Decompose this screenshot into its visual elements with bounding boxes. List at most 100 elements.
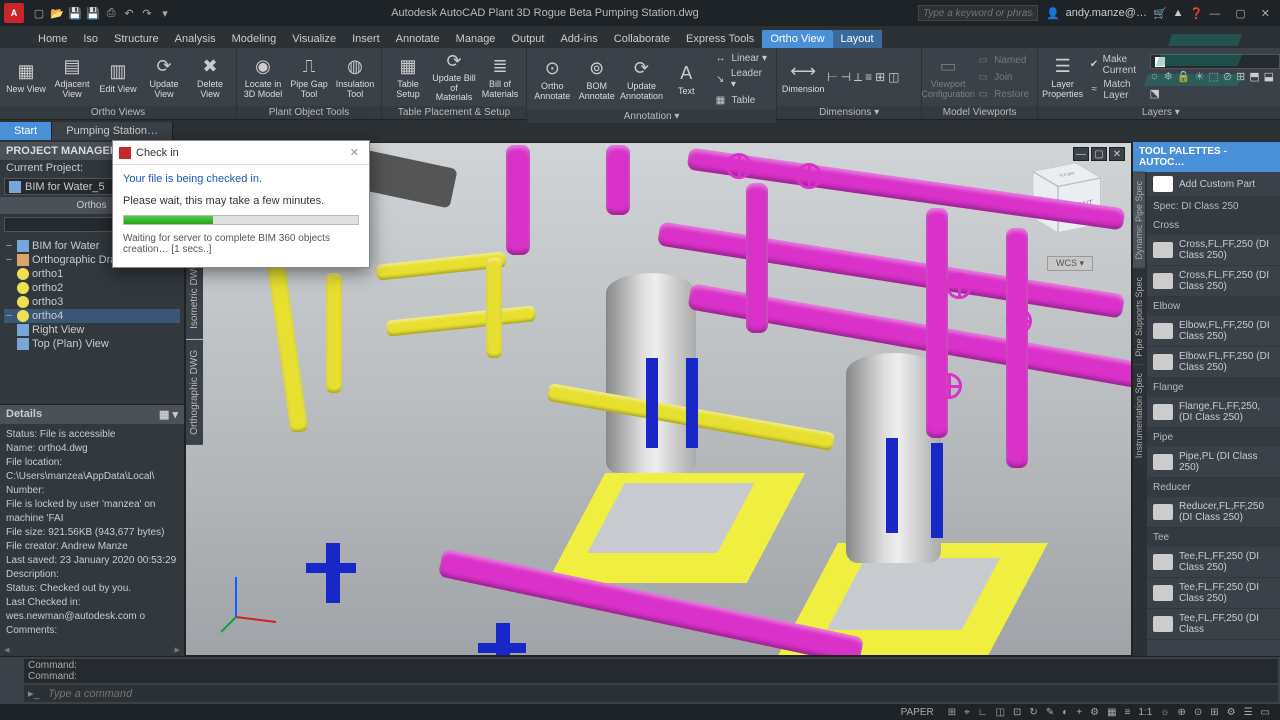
menu-tab-add-ins[interactable]: Add-ins [552,30,605,48]
ribbon-update-annotation[interactable]: ⟳Update Annotation [620,54,663,104]
palette-tab[interactable]: Instrumentation Spec [1133,364,1145,466]
palette-item[interactable]: Reducer,FL,FF,250 (DI Class 250) [1147,497,1280,528]
doc-tab-drawing[interactable]: Pumping Station… [52,122,173,140]
ribbon-bom-annotate[interactable]: ⊚BOM Annotate [575,54,617,104]
status-icon[interactable]: + [1072,707,1086,718]
status-icon[interactable]: ⊡ [1009,707,1025,718]
dialog-close-button[interactable]: ✕ [346,146,363,159]
left-scrollbar[interactable]: ◂▸ [0,642,184,656]
ribbon-tool-icon[interactable]: ⊣ [841,70,851,85]
layer-tool-icon[interactable]: ☀ [1195,70,1205,83]
ribbon-table-setup[interactable]: ▦Table Setup [386,52,430,102]
menu-tab-analysis[interactable]: Analysis [167,30,224,48]
ribbon-adjacent-view[interactable]: ▤Adjacent View [50,52,94,102]
tree-node-ortho1[interactable]: ortho1 [4,267,180,281]
ribbon-edit-view[interactable]: ▥Edit View [96,52,140,102]
add-custom-part[interactable]: Add Custom Part [1147,172,1280,197]
menu-tab-collaborate[interactable]: Collaborate [606,30,678,48]
ribbon-mini-match-layer[interactable]: ≈Match Layer [1085,78,1147,102]
ribbon-dimension[interactable]: ⟷Dimension [781,52,825,102]
ribbon-ortho-annotate[interactable]: ⊙Ortho Annotate [531,54,573,104]
status-icon[interactable]: ⌖ [960,707,974,718]
palette-item[interactable]: Tee,FL,FF,250 (DI Class 250) [1147,578,1280,609]
menu-tab-home[interactable]: Home [30,30,75,48]
ribbon-tool-icon[interactable]: ⊢ [827,70,837,85]
status-icon[interactable]: ⊞ [1206,707,1222,718]
palette-item[interactable]: Flange,FL,FF,250, (DI Class 250) [1147,397,1280,428]
qat-open-icon[interactable]: 📂 [50,6,64,20]
menu-tab-manage[interactable]: Manage [448,30,504,48]
menu-tab-visualize[interactable]: Visualize [284,30,344,48]
signin-icon[interactable]: 👤 [1046,7,1060,20]
status-icon[interactable]: 1:1 [1134,707,1156,718]
command-line[interactable]: ▸_ [24,685,1278,702]
ribbon-new-view[interactable]: ▦New View [4,52,48,102]
menu-tab-modeling[interactable]: Modeling [224,30,285,48]
status-icon[interactable]: ◫ [992,707,1009,718]
ribbon-tool-icon[interactable]: ⊞ [875,70,885,85]
qat-undo-icon[interactable]: ↶ [122,6,136,20]
ribbon-insulation-tool[interactable]: ◍Insulation Tool [333,52,377,102]
layer-tool-icon[interactable]: ⊞ [1236,70,1245,83]
ribbon-delete-view[interactable]: ✖Delete View [188,52,232,102]
menu-tab-express-tools[interactable]: Express Tools [678,30,762,48]
layer-tool-icon[interactable]: ⬓ [1264,70,1274,83]
menu-tab-output[interactable]: Output [503,30,552,48]
qat-plot-icon[interactable]: ⎙ [104,6,118,20]
help-search-input[interactable] [918,5,1038,21]
tree-node-ortho4[interactable]: −ortho4 [4,309,180,323]
tree-node-ortho2[interactable]: ortho2 [4,281,180,295]
ribbon-bill-of-materials[interactable]: ≣Bill of Materials [478,52,522,102]
ribbon-mini-make-current[interactable]: ✔Make Current [1085,53,1147,77]
status-icon[interactable]: ∟ [974,707,992,718]
layer-tool-icon[interactable]: ⬔ [1150,87,1160,100]
qat-new-icon[interactable]: ▢ [32,6,46,20]
qat-more-icon[interactable]: ▾ [158,6,172,20]
layer-tool-icon[interactable]: ⬒ [1249,70,1259,83]
command-input[interactable] [48,688,1274,700]
status-icon[interactable]: ⊕ [1173,707,1189,718]
cart-icon[interactable]: 🛒 [1153,7,1167,20]
palette-item[interactable]: Cross,FL,FF,250 (DI Class 250) [1147,266,1280,297]
ribbon-tool-icon[interactable]: ◫ [888,70,899,85]
ribbon-tool-icon[interactable]: ≡ [865,70,872,85]
palette-item[interactable]: Tee,FL,FF,250 (DI Class 250) [1147,547,1280,578]
ribbon-text[interactable]: AText [665,54,707,104]
status-icon[interactable]: ⚙ [1223,707,1240,718]
layer-tool-icon[interactable]: ☼ [1150,70,1160,83]
status-icon[interactable]: ⚙ [1086,707,1103,718]
layer-dropdown[interactable] [1150,54,1280,69]
layer-tool-icon[interactable]: 🔒 [1177,70,1191,83]
minimize-button[interactable]: — [1203,8,1226,20]
doc-tab-start[interactable]: Start [0,122,52,140]
app-logo[interactable]: A [4,3,24,23]
help-icon[interactable]: ❓ [1190,7,1204,20]
ribbon-update-view[interactable]: ⟳Update View [142,52,186,102]
ribbon-layer-properties[interactable]: ☰Layer Properties [1042,52,1083,102]
status-icon[interactable]: ↻ [1025,707,1041,718]
ribbon-locate-in-3d-model[interactable]: ◉Locate in 3D Model [241,52,285,102]
ribbon-mini-leader-[interactable]: ↘Leader ▾ [709,67,772,91]
palette-item[interactable]: Elbow,FL,FF,250 (DI Class 250) [1147,347,1280,378]
menu-tab-iso[interactable]: Iso [75,30,106,48]
status-icon[interactable]: ◐ [1058,707,1072,718]
palette-item[interactable]: Tee,FL,FF,250 (DI Class [1147,609,1280,640]
ribbon-pipe-gap-tool[interactable]: ⎍Pipe Gap Tool [287,52,331,102]
ribbon-mini-table[interactable]: ▦Table [709,92,772,108]
maximize-button[interactable]: ▢ [1229,8,1251,20]
menu-tab-layout[interactable]: Layout [833,30,882,48]
palette-item[interactable]: Pipe,PL (DI Class 250) [1147,447,1280,478]
status-icon[interactable]: ☼ [1156,707,1173,718]
palette-item[interactable]: Cross,FL,FF,250 (DI Class 250) [1147,235,1280,266]
qat-save-icon[interactable]: 💾 [68,6,82,20]
status-icon[interactable]: ✎ [1042,707,1058,718]
menu-tab-insert[interactable]: Insert [344,30,388,48]
status-icon[interactable]: ≡ [1121,707,1135,718]
status-icon[interactable]: ▭ [1257,707,1274,718]
palette-tab[interactable]: Pipe Supports Spec [1133,268,1145,365]
layer-tool-icon[interactable]: ❄ [1164,70,1173,83]
status-icon[interactable]: ⊞ [944,707,960,718]
details-btn1[interactable]: ▦ [159,409,169,421]
status-mode[interactable]: PAPER [897,707,938,718]
menu-tab-structure[interactable]: Structure [106,30,167,48]
